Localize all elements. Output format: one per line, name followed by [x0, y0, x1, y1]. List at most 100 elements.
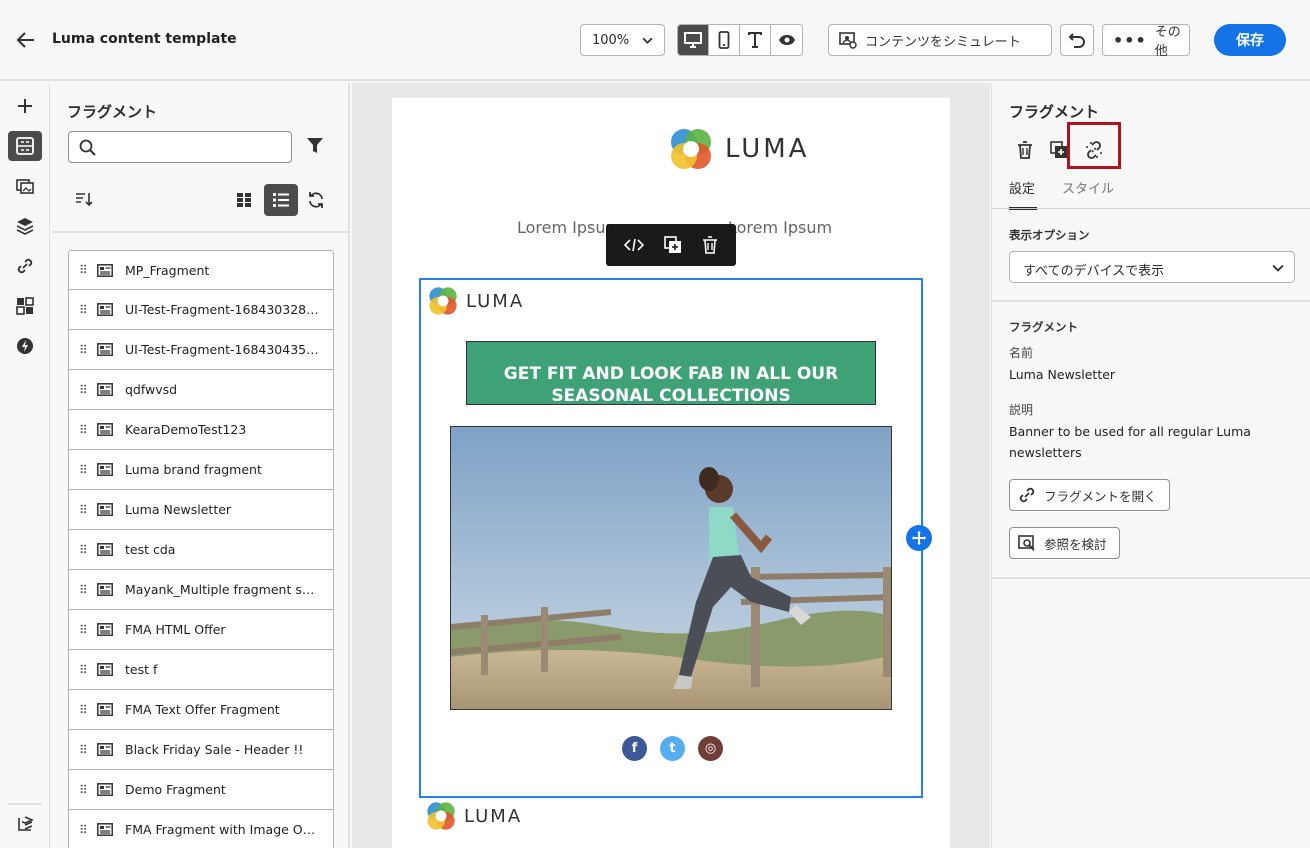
lightning-icon[interactable] [8, 331, 42, 361]
save-button[interactable]: 保存 [1214, 24, 1286, 56]
drag-handle-icon[interactable]: ⠿ [79, 303, 89, 317]
bottom-logo-text: LUMA [464, 805, 523, 827]
drag-handle-icon[interactable]: ⠿ [79, 543, 89, 557]
fragment-icon [97, 343, 113, 356]
list-item[interactable]: ⠿ UI-Test-Fragment-168430435899... [68, 330, 334, 370]
list-item[interactable]: ⠿ Black Friday Sale - Header !! [68, 730, 334, 770]
properties-panel: フラグメント 設定 スタイル 表示オプション すべてのデバイスで表示 フラグメン… [991, 83, 1310, 848]
drag-handle-icon[interactable]: ⠿ [79, 343, 89, 357]
code-icon[interactable] [624, 238, 644, 252]
list-item-label: Luma Newsletter [125, 502, 232, 517]
tab-style[interactable]: スタイル [1062, 178, 1114, 197]
drag-handle-icon[interactable]: ⠿ [79, 463, 89, 477]
list-item-label: FMA Fragment with Image Offer [125, 822, 321, 837]
back-arrow-icon[interactable] [14, 28, 38, 52]
instagram-icon[interactable]: ◎ [698, 736, 723, 761]
add-component-button[interactable] [906, 525, 932, 551]
grid-view-button[interactable] [227, 184, 261, 216]
rail-divider [8, 803, 42, 805]
fragment-icon [97, 663, 113, 676]
left-rail [0, 83, 50, 848]
assets-icon[interactable] [8, 171, 42, 201]
duplicate-icon [1050, 141, 1067, 158]
preview-button[interactable] [771, 25, 802, 55]
trash-icon[interactable] [702, 236, 718, 254]
drag-handle-icon[interactable]: ⠿ [79, 743, 89, 757]
components-icon[interactable] [8, 291, 42, 321]
fragment-section-label: フラグメント [1009, 320, 1078, 334]
search-input[interactable] [68, 131, 292, 163]
list-item[interactable]: ⠿ Demo Fragment [68, 770, 334, 810]
explore-references-button[interactable]: 参照を検討 [1009, 527, 1120, 559]
drag-handle-icon[interactable]: ⠿ [79, 783, 89, 797]
section-divider [992, 300, 1310, 302]
list-item[interactable]: ⠿ test f [68, 650, 334, 690]
list-item-label: Demo Fragment [125, 782, 226, 797]
duplicate-icon[interactable] [664, 236, 682, 254]
tab-settings[interactable]: 設定 [1009, 178, 1035, 197]
delete-fragment-button[interactable] [1010, 135, 1040, 165]
list-item[interactable]: ⠿ qdfwvsd [68, 370, 334, 410]
open-fragment-button[interactable]: フラグメントを開く [1009, 479, 1170, 511]
fragments-icon[interactable] [8, 131, 42, 161]
explore-references-icon [1018, 535, 1035, 551]
drag-handle-icon[interactable]: ⠿ [79, 823, 89, 837]
search-icon [79, 139, 96, 156]
list-item[interactable]: ⠿ Luma Newsletter [68, 490, 334, 530]
display-options-select[interactable]: すべてのデバイスで表示 [1009, 251, 1295, 283]
list-view-button[interactable] [264, 184, 298, 216]
luma-logo-icon [427, 802, 455, 830]
drag-handle-icon[interactable]: ⠿ [79, 623, 89, 637]
refresh-icon[interactable] [299, 184, 333, 216]
display-options-value: すべてのデバイスで表示 [1023, 264, 1165, 279]
undo-icon [1068, 33, 1085, 48]
drag-handle-icon[interactable]: ⠿ [79, 703, 89, 717]
drag-handle-icon[interactable]: ⠿ [79, 503, 89, 517]
drag-handle-icon[interactable]: ⠿ [79, 423, 89, 437]
drag-handle-icon[interactable]: ⠿ [79, 663, 89, 677]
list-item[interactable]: ⠿ MP_Fragment [68, 250, 334, 290]
list-item[interactable]: ⠿ Mayank_Multiple fragment secti... [68, 570, 334, 610]
list-item[interactable]: ⠿ test cda [68, 530, 334, 570]
list-item-label: FMA HTML Offer [125, 622, 226, 637]
selected-fragment[interactable]: LUMA GET FIT AND LOOK FAB IN ALL OUR SEA… [419, 278, 923, 798]
simulate-content-button[interactable]: コンテンツをシミュレート [828, 24, 1052, 56]
mobile-view-button[interactable] [709, 25, 740, 55]
layers-icon[interactable] [8, 211, 42, 241]
luma-logo-icon [429, 287, 457, 315]
facebook-icon[interactable]: f [622, 736, 647, 761]
bottom-logo[interactable]: LUMA [426, 801, 522, 831]
add-icon[interactable] [8, 91, 42, 121]
eye-icon [778, 35, 795, 45]
list-item[interactable]: ⠿ FMA HTML Offer [68, 610, 334, 650]
drag-handle-icon[interactable]: ⠿ [79, 583, 89, 597]
luma-logo[interactable]: LUMA [669, 127, 809, 171]
list-item-label: Mayank_Multiple fragment secti... [125, 582, 321, 597]
facebook-glyph: f [631, 741, 638, 756]
desktop-view-button[interactable] [678, 25, 709, 55]
list-item[interactable]: ⠿ UI-Test-Fragment-168430328546... [68, 290, 334, 330]
twitter-icon[interactable]: t [660, 736, 685, 761]
more-label: その他 [1154, 25, 1181, 59]
fragment-context-toolbar [606, 224, 736, 266]
properties-panel-title: フラグメント [1009, 103, 1100, 121]
list-item[interactable]: ⠿ FMA Fragment with Image Offer [68, 810, 334, 848]
list-item[interactable]: ⠿ Luma brand fragment [68, 450, 334, 490]
chevron-down-icon [642, 37, 653, 44]
drag-handle-icon[interactable]: ⠿ [79, 383, 89, 397]
more-button[interactable]: ••• その他 [1102, 24, 1190, 59]
layers-toggle-icon[interactable] [8, 809, 42, 839]
text-view-button[interactable] [740, 25, 771, 55]
zoom-select[interactable]: 100% [580, 24, 665, 56]
drag-handle-icon[interactable]: ⠿ [79, 263, 89, 277]
link-icon[interactable] [8, 251, 42, 281]
list-item-label: UI-Test-Fragment-168430435899... [125, 342, 321, 357]
more-icon: ••• [1113, 30, 1147, 50]
filter-icon[interactable] [306, 137, 324, 159]
explore-references-label: 参照を検討 [1044, 536, 1107, 552]
lorem-right[interactable]: Lorem Ipsum [728, 218, 832, 237]
list-item[interactable]: ⠿ FMA Text Offer Fragment [68, 690, 334, 730]
sort-icon[interactable] [75, 191, 93, 211]
list-item[interactable]: ⠿ KearaDemoTest123 [68, 410, 334, 450]
undo-button[interactable] [1060, 24, 1094, 56]
